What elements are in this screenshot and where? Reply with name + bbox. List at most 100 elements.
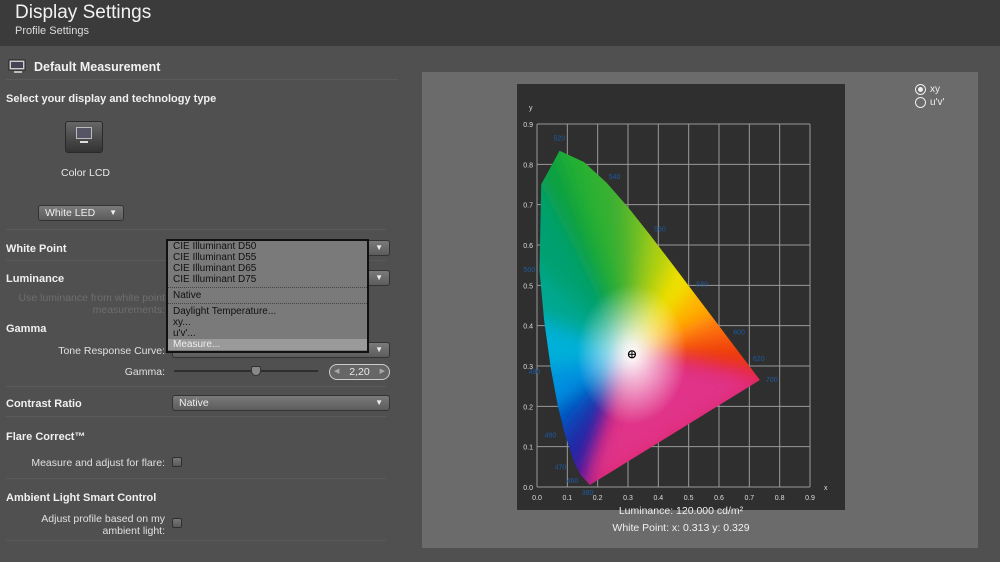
increment-icon[interactable]: ▶ bbox=[380, 365, 385, 379]
x-tick-label: 0.0 bbox=[532, 495, 542, 502]
y-tick-label: 0.1 bbox=[523, 445, 533, 452]
luminance-label: Luminance bbox=[6, 273, 65, 285]
gamma-value: 2,20 bbox=[349, 366, 370, 378]
divider bbox=[6, 229, 386, 230]
x-tick-label: 0.8 bbox=[775, 495, 785, 502]
contrast-label: Contrast Ratio bbox=[6, 398, 82, 410]
wavelength-label: 490 bbox=[529, 369, 541, 376]
divider bbox=[6, 416, 386, 417]
gamut-fill bbox=[539, 150, 760, 485]
wavelength-label: 500 bbox=[523, 267, 535, 274]
luminance-readout: Luminance: 120.000 cd/m² bbox=[618, 505, 744, 517]
display-icon bbox=[76, 127, 92, 143]
chevron-down-icon: ▼ bbox=[109, 208, 117, 217]
menu-item[interactable]: Daylight Temperature... bbox=[168, 306, 367, 317]
radio-selected-icon bbox=[915, 84, 926, 95]
page-title: Display Settings bbox=[15, 2, 152, 23]
x-tick-label: 0.2 bbox=[593, 495, 603, 502]
radio-unselected-icon bbox=[915, 97, 926, 108]
header: Display Settings Profile Settings bbox=[0, 0, 1000, 46]
y-tick-label: 0.0 bbox=[523, 485, 533, 492]
gamma-slider[interactable] bbox=[174, 366, 318, 376]
display-button[interactable] bbox=[65, 121, 103, 153]
chevron-down-icon: ▼ bbox=[375, 398, 383, 407]
wavelength-label: 560 bbox=[654, 226, 666, 233]
x-tick-label: 0.9 bbox=[805, 495, 815, 502]
y-tick-label: 0.5 bbox=[523, 283, 533, 290]
chevron-down-icon: ▼ bbox=[375, 345, 383, 354]
wavelength-label: 540 bbox=[609, 174, 621, 181]
divider bbox=[6, 540, 386, 541]
x-tick-label: 0.1 bbox=[562, 495, 572, 502]
luminance-hint: Use luminance from white point measuremen… bbox=[18, 292, 165, 316]
wavelength-label: 580 bbox=[696, 282, 708, 289]
menu-item[interactable]: CIE Illuminant D65 bbox=[168, 263, 367, 274]
x-tick-label: 0.7 bbox=[744, 495, 754, 502]
x-axis-label: x bbox=[824, 485, 828, 492]
monitor-icon bbox=[8, 59, 26, 75]
page-subtitle: Profile Settings bbox=[15, 25, 89, 37]
wavelength-label: 700 bbox=[766, 377, 778, 384]
gamut-color-wedges bbox=[539, 150, 760, 485]
menu-item[interactable]: Native bbox=[168, 290, 367, 301]
select-prompt: Select your display and technology type bbox=[6, 93, 217, 105]
menu-item[interactable]: CIE Illuminant D55 bbox=[168, 252, 367, 263]
wavelength-label: 620 bbox=[753, 356, 765, 363]
cie-xy-chart: 0.0 0.1 0.2 0.3 0.4 0.5 0.6 0.7 0.8 0.9 0.0 0.1 0.2 0… bbox=[523, 105, 828, 502]
ambient-option-label: Adjust profile based on my ambient light: bbox=[41, 513, 165, 537]
y-tick-label: 0.2 bbox=[523, 404, 533, 411]
trc-label: Tone Response Curve: bbox=[58, 345, 165, 357]
section-title: Default Measurement bbox=[34, 60, 161, 74]
y-axis-label: y bbox=[529, 105, 533, 112]
gamma-label: Gamma bbox=[6, 323, 47, 335]
contrast-dropdown[interactable]: Native ▼ bbox=[172, 395, 390, 411]
white-point-label: White Point bbox=[6, 243, 67, 255]
menu-item[interactable]: xy... bbox=[168, 317, 367, 328]
wavelength-label: 380 bbox=[582, 490, 594, 497]
radio-uv[interactable]: u'v' bbox=[915, 97, 944, 108]
x-tick-label: 0.5 bbox=[684, 495, 694, 502]
wavelength-label: 600 bbox=[733, 330, 745, 337]
menu-item[interactable]: CIE Illuminant D50 bbox=[168, 241, 367, 252]
x-tick-label: 0.4 bbox=[653, 495, 663, 502]
y-tick-label: 0.6 bbox=[523, 243, 533, 250]
chevron-down-icon: ▼ bbox=[375, 243, 383, 252]
menu-separator bbox=[168, 287, 367, 288]
menu-item[interactable]: u'v'... bbox=[168, 328, 367, 339]
gamma-value-label: Gamma: bbox=[124, 366, 165, 378]
wavelength-label: 520 bbox=[553, 136, 565, 143]
x-tick-label: 0.6 bbox=[714, 495, 724, 502]
ambient-checkbox[interactable] bbox=[172, 518, 182, 528]
contrast-value: Native bbox=[179, 397, 209, 409]
wavelength-label: 480 bbox=[545, 432, 557, 439]
wavelength-label: 460 bbox=[567, 478, 579, 485]
flare-option-label: Measure and adjust for flare: bbox=[31, 457, 165, 469]
technology-dropdown[interactable]: White LED ▼ bbox=[38, 205, 124, 221]
technology-value: White LED bbox=[45, 207, 96, 219]
flare-label: Flare Correct™ bbox=[6, 431, 86, 443]
chevron-down-icon: ▼ bbox=[375, 273, 383, 282]
chromaticity-diagram: 0.0 0.1 0.2 0.3 0.4 0.5 0.6 0.7 0.8 0.9 0.0 0.1 0.2 0… bbox=[517, 84, 845, 510]
menu-item-highlighted[interactable]: Measure... bbox=[168, 339, 367, 350]
radio-label: xy bbox=[930, 84, 940, 95]
x-tick-label: 0.3 bbox=[623, 495, 633, 502]
slider-thumb[interactable] bbox=[251, 366, 262, 376]
decrement-icon[interactable]: ◀ bbox=[334, 365, 339, 379]
divider bbox=[6, 79, 398, 80]
flare-checkbox[interactable] bbox=[172, 457, 182, 467]
white-point-readout: White Point: x: 0.313 y: 0.329 bbox=[612, 522, 750, 534]
menu-item[interactable]: CIE Illuminant D75 bbox=[168, 274, 367, 285]
white-point-menu: CIE Illuminant D50 CIE Illuminant D55 CI… bbox=[166, 239, 369, 353]
y-tick-label: 0.4 bbox=[523, 324, 533, 331]
radio-label: u'v' bbox=[930, 97, 945, 108]
y-tick-label: 0.7 bbox=[523, 203, 533, 210]
radio-group: xy u'v' bbox=[915, 84, 944, 108]
gamma-stepper[interactable]: ◀ 2,20 ▶ bbox=[329, 364, 390, 380]
y-tick-label: 0.9 bbox=[523, 122, 533, 129]
wavelength-label: 470 bbox=[555, 465, 567, 472]
menu-separator bbox=[168, 303, 367, 304]
ambient-label: Ambient Light Smart Control bbox=[6, 492, 157, 504]
radio-xy[interactable]: xy bbox=[915, 84, 944, 95]
y-tick-label: 0.8 bbox=[523, 162, 533, 169]
divider bbox=[6, 478, 386, 479]
